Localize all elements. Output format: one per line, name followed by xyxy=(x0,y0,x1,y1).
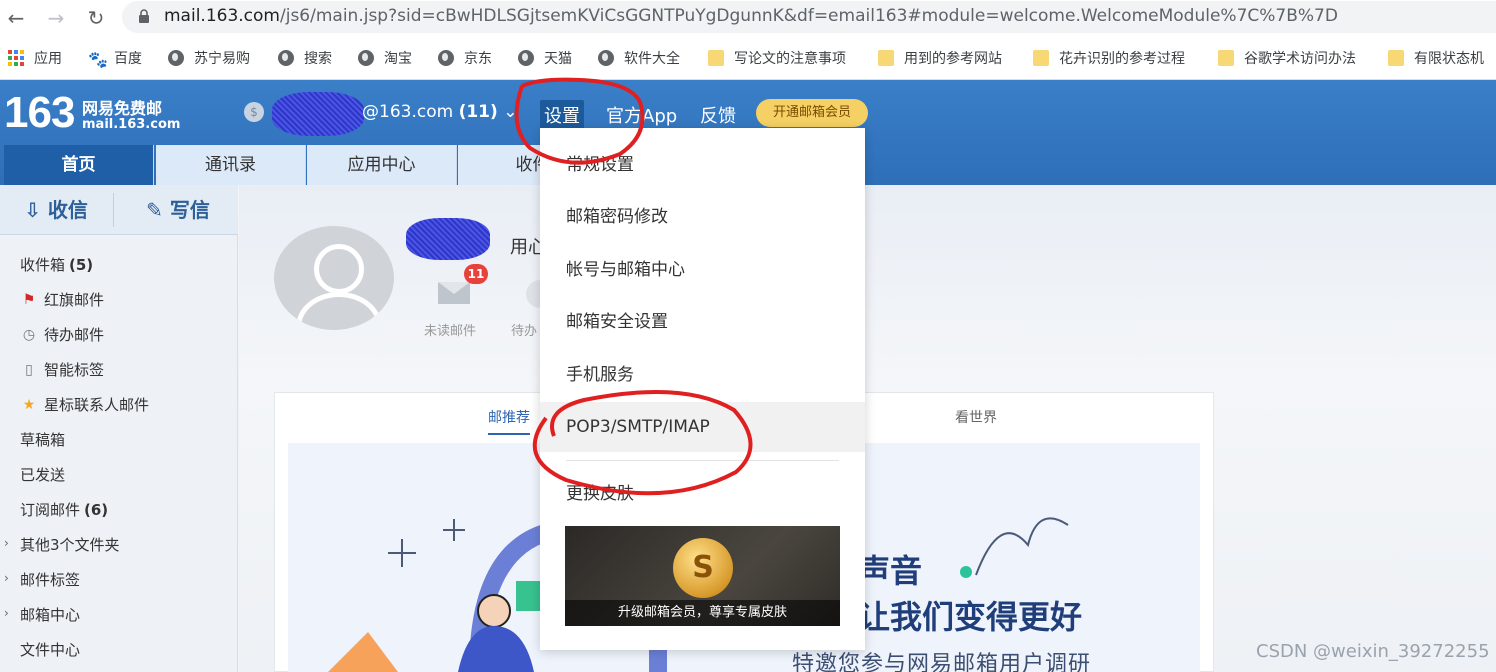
menu-item-mobile-service[interactable]: 手机服务 xyxy=(540,350,865,400)
lock-icon xyxy=(139,9,149,23)
address-bar-area: ← → ↻ mail.163.com/js6/main.jsp?sid=cBwH… xyxy=(0,0,1496,36)
bookmark-search[interactable]: 搜索 xyxy=(278,48,332,68)
envelope-icon[interactable] xyxy=(438,282,470,304)
red-flag-icon: ⚑ xyxy=(22,291,36,308)
bookmark-suning[interactable]: 苏宁易购 xyxy=(168,48,250,68)
folder-starred[interactable]: ★ 星标联系人邮件 xyxy=(20,394,149,415)
chevron-down-icon: ⌄ xyxy=(503,102,518,122)
forward-icon[interactable]: → xyxy=(44,6,68,30)
globe-icon xyxy=(278,50,294,66)
bookmark-folder-paper[interactable]: 写论文的注意事项 xyxy=(708,48,846,68)
folder-mail-tags[interactable]: 邮件标签 xyxy=(20,569,80,590)
menu-item-change-password[interactable]: 邮箱密码修改 xyxy=(540,192,865,242)
menu-item-account-center[interactable]: 帐号与邮箱中心 xyxy=(540,245,865,295)
globe-icon xyxy=(438,50,454,66)
bookmark-tmall[interactable]: 天猫 xyxy=(518,48,572,68)
bookmark-folder-flowers[interactable]: 花卉识别的参考过程 xyxy=(1033,48,1185,68)
globe-icon xyxy=(358,50,374,66)
star-icon: ★ xyxy=(22,396,36,413)
compose-pencil-icon: ✎ xyxy=(146,198,163,222)
back-icon[interactable]: ← xyxy=(4,6,28,30)
globe-icon xyxy=(168,50,184,66)
folder-drafts[interactable]: 草稿箱 xyxy=(20,429,65,450)
apps-grid-icon xyxy=(8,50,24,66)
banner-heading-1: 声音 xyxy=(858,552,923,590)
logo-163[interactable]: 163 xyxy=(4,88,75,138)
bookmark-taobao[interactable]: 淘宝 xyxy=(358,48,412,68)
receive-button[interactable]: ⇩ 收信 xyxy=(0,185,112,235)
chevron-right-icon[interactable]: › xyxy=(4,536,9,550)
logo-title: 网易免费邮 xyxy=(82,99,163,118)
folder-icon xyxy=(1033,50,1049,66)
folder-icon xyxy=(708,50,724,66)
globe-icon xyxy=(598,50,614,66)
account-email[interactable]: @163.com (11) ⌄ xyxy=(362,102,517,122)
divider xyxy=(113,193,114,227)
chevron-right-icon[interactable]: › xyxy=(4,571,9,585)
redacted-username xyxy=(272,92,364,136)
folder-subscriptions[interactable]: 订阅邮件 (6) xyxy=(20,499,108,520)
watermark: CSDN @weixin_39272255 xyxy=(1256,641,1490,662)
folder-smart-tags[interactable]: ▯ 智能标签 xyxy=(20,359,104,380)
folder-mail-center[interactable]: 邮箱中心 xyxy=(20,604,80,625)
unread-badge: 11 xyxy=(464,264,488,284)
tab-home[interactable]: 首页 xyxy=(4,145,154,185)
url-text: mail.163.com/js6/main.jsp?sid=cBwHDLSGjt… xyxy=(164,6,1338,26)
settings-dropdown: 常规设置 邮箱密码修改 帐号与邮箱中心 邮箱安全设置 手机服务 POP3/SMT… xyxy=(540,128,865,650)
folder-inbox[interactable]: 收件箱 (5) xyxy=(20,254,93,275)
menu-item-security[interactable]: 邮箱安全设置 xyxy=(540,297,865,347)
bookmarks-bar: 应用 🐾 百度 苏宁易购 搜索 淘宝 京东 天猫 软件大全 写论文的注意事项 用到… xyxy=(0,36,1496,80)
bookmark-folder-refs[interactable]: 用到的参考网站 xyxy=(878,48,1002,68)
banner-heading-2: 让我们变得更好 xyxy=(858,598,1083,636)
vip-button[interactable]: 开通邮箱会员 xyxy=(756,99,868,127)
avatar[interactable] xyxy=(274,226,394,330)
menu-item-pop3-smtp-imap[interactable]: POP3/SMTP/IMAP xyxy=(540,402,865,452)
primary-actions: ⇩ 收信 ✎ 写信 xyxy=(0,185,238,235)
skin-promo-banner[interactable]: S 升级邮箱会员，尊享专属皮肤 xyxy=(565,526,840,626)
menu-item-change-skin[interactable]: 更换皮肤 xyxy=(540,469,865,519)
folder-icon xyxy=(1218,50,1234,66)
globe-icon xyxy=(518,50,534,66)
folder-icon xyxy=(1388,50,1404,66)
reload-icon[interactable]: ↻ xyxy=(84,6,108,30)
folder-other[interactable]: 其他3个文件夹 xyxy=(20,534,120,555)
bookmark-apps[interactable]: 应用 xyxy=(8,48,62,68)
unread-label[interactable]: 未读邮件 xyxy=(424,320,476,339)
tab-recommend[interactable]: 邮推荐 xyxy=(488,407,530,435)
menu-feedback[interactable]: 反馈 xyxy=(696,100,740,130)
folder-file-center[interactable]: 文件中心 xyxy=(20,639,80,660)
bookmark-software[interactable]: 软件大全 xyxy=(598,48,680,68)
inbox-download-icon: ⇩ xyxy=(24,198,41,222)
bookmark-jd[interactable]: 京东 xyxy=(438,48,492,68)
chevron-right-icon[interactable]: › xyxy=(4,606,9,620)
clock-icon: ◷ xyxy=(22,326,36,343)
bookmark-folder-fsm[interactable]: 有限状态机 xyxy=(1388,48,1484,68)
folder-todo[interactable]: ◷ 待办邮件 xyxy=(20,324,104,345)
tab-app-center[interactable]: 应用中心 xyxy=(307,145,457,185)
account-coin-icon: $ xyxy=(244,102,264,122)
menu-official-app[interactable]: 官方App xyxy=(602,100,681,130)
vip-coin-icon: S xyxy=(673,538,733,598)
tab-world[interactable]: 看世界 xyxy=(955,407,997,427)
tab-contacts[interactable]: 通讯录 xyxy=(156,145,306,185)
skin-promo-caption: 升级邮箱会员，尊享专属皮肤 xyxy=(565,600,840,626)
baidu-paw-icon: 🐾 xyxy=(88,50,108,69)
folder-flagged[interactable]: ⚑ 红旗邮件 xyxy=(20,289,104,310)
redacted-nickname xyxy=(406,218,490,260)
folder-sent[interactable]: 已发送 xyxy=(20,464,65,485)
menu-item-general-settings[interactable]: 常规设置 xyxy=(540,140,865,190)
bookmark-folder-scholar[interactable]: 谷歌学术访问办法 xyxy=(1218,48,1356,68)
todo-label[interactable]: 待办 xyxy=(511,320,537,339)
menu-settings[interactable]: 设置 xyxy=(540,100,584,130)
bookmark-baidu[interactable]: 🐾 百度 xyxy=(88,48,142,69)
bookmark-icon: ▯ xyxy=(25,361,33,378)
folder-icon xyxy=(878,50,894,66)
compose-button[interactable]: ✎ 写信 xyxy=(122,185,234,235)
menu-divider xyxy=(566,460,839,461)
logo-domain: mail.163.com xyxy=(82,117,181,132)
